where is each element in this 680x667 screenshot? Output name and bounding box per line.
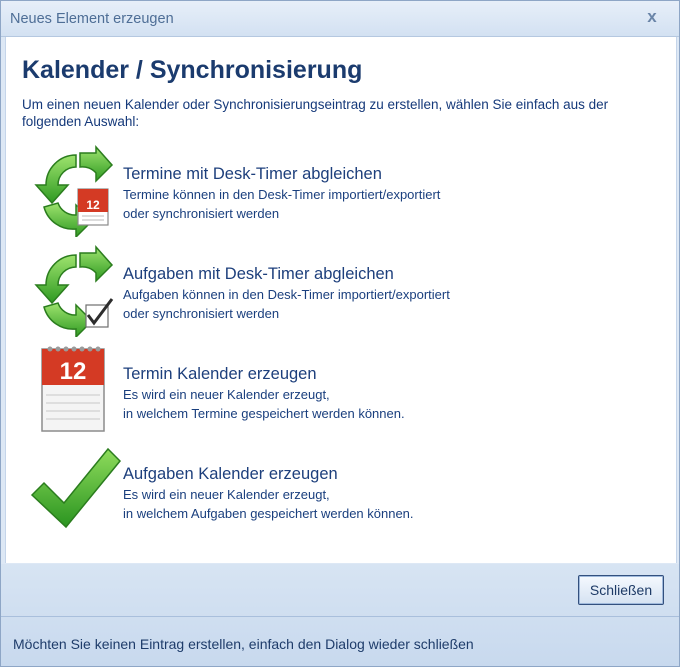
option-description: Es wird ein neuer Kalender erzeugt, [123, 487, 330, 502]
title-bar[interactable]: Neues Element erzeugen x [1, 1, 679, 37]
calendar-day-number: 12 [86, 198, 100, 212]
status-text: Möchten Sie keinen Eintrag erstellen, ei… [13, 636, 474, 652]
footer-divider [1, 616, 679, 617]
option-title: Termin Kalender erzeugen [123, 365, 317, 383]
calendar-icon: 12 [41, 346, 105, 432]
sync-check-icon [34, 245, 114, 337]
option-title: Aufgaben Kalender erzeugen [123, 465, 338, 483]
option-description: Es wird ein neuer Kalender erzeugt, [123, 387, 330, 402]
option-title: Aufgaben mit Desk-Timer abgleichen [123, 265, 394, 283]
intro-text: Um einen neuen Kalender oder Synchronisi… [22, 97, 609, 129]
calendar-day-number: 12 [60, 358, 87, 385]
close-button[interactable]: Schließen [578, 575, 664, 605]
option-sync-tasks[interactable]: Aufgaben mit Desk-Timer abgleichen Aufga… [30, 245, 650, 337]
dialog-window: Neues Element erzeugen x Kalender / Sync… [0, 0, 680, 667]
option-description: in welchem Termine gespeichert werden kö… [123, 406, 405, 421]
option-description: Termine können in den Desk-Timer importi… [123, 187, 441, 202]
sync-calendar-icon: 12 [34, 145, 114, 237]
close-icon[interactable]: x [639, 6, 665, 28]
option-sync-appointments[interactable]: 12 Termine mit Desk-Timer abgleichen Ter… [30, 145, 650, 237]
option-title: Termine mit Desk-Timer abgleichen [123, 165, 382, 183]
option-description: oder synchronisiert werden [123, 306, 280, 321]
option-appointment-calendar[interactable]: 12 Termin Kalender erzeugen Es wird ein … [30, 343, 650, 435]
footer: Schließen Möchten Sie keinen Eintrag ers… [1, 564, 679, 666]
option-task-calendar[interactable]: Aufgaben Kalender erzeugen Es wird ein n… [30, 443, 650, 535]
option-description: in welchem Aufgaben gespeichert werden k… [123, 506, 414, 521]
window-title: Neues Element erzeugen [10, 11, 174, 27]
option-description: Aufgaben können in den Desk-Timer import… [123, 287, 450, 302]
dialog-content: Kalender / Synchronisierung Um einen neu… [5, 37, 677, 563]
page-title: Kalender / Synchronisierung [22, 56, 363, 84]
option-description: oder synchronisiert werden [123, 206, 280, 221]
checkmark-icon [30, 447, 122, 529]
